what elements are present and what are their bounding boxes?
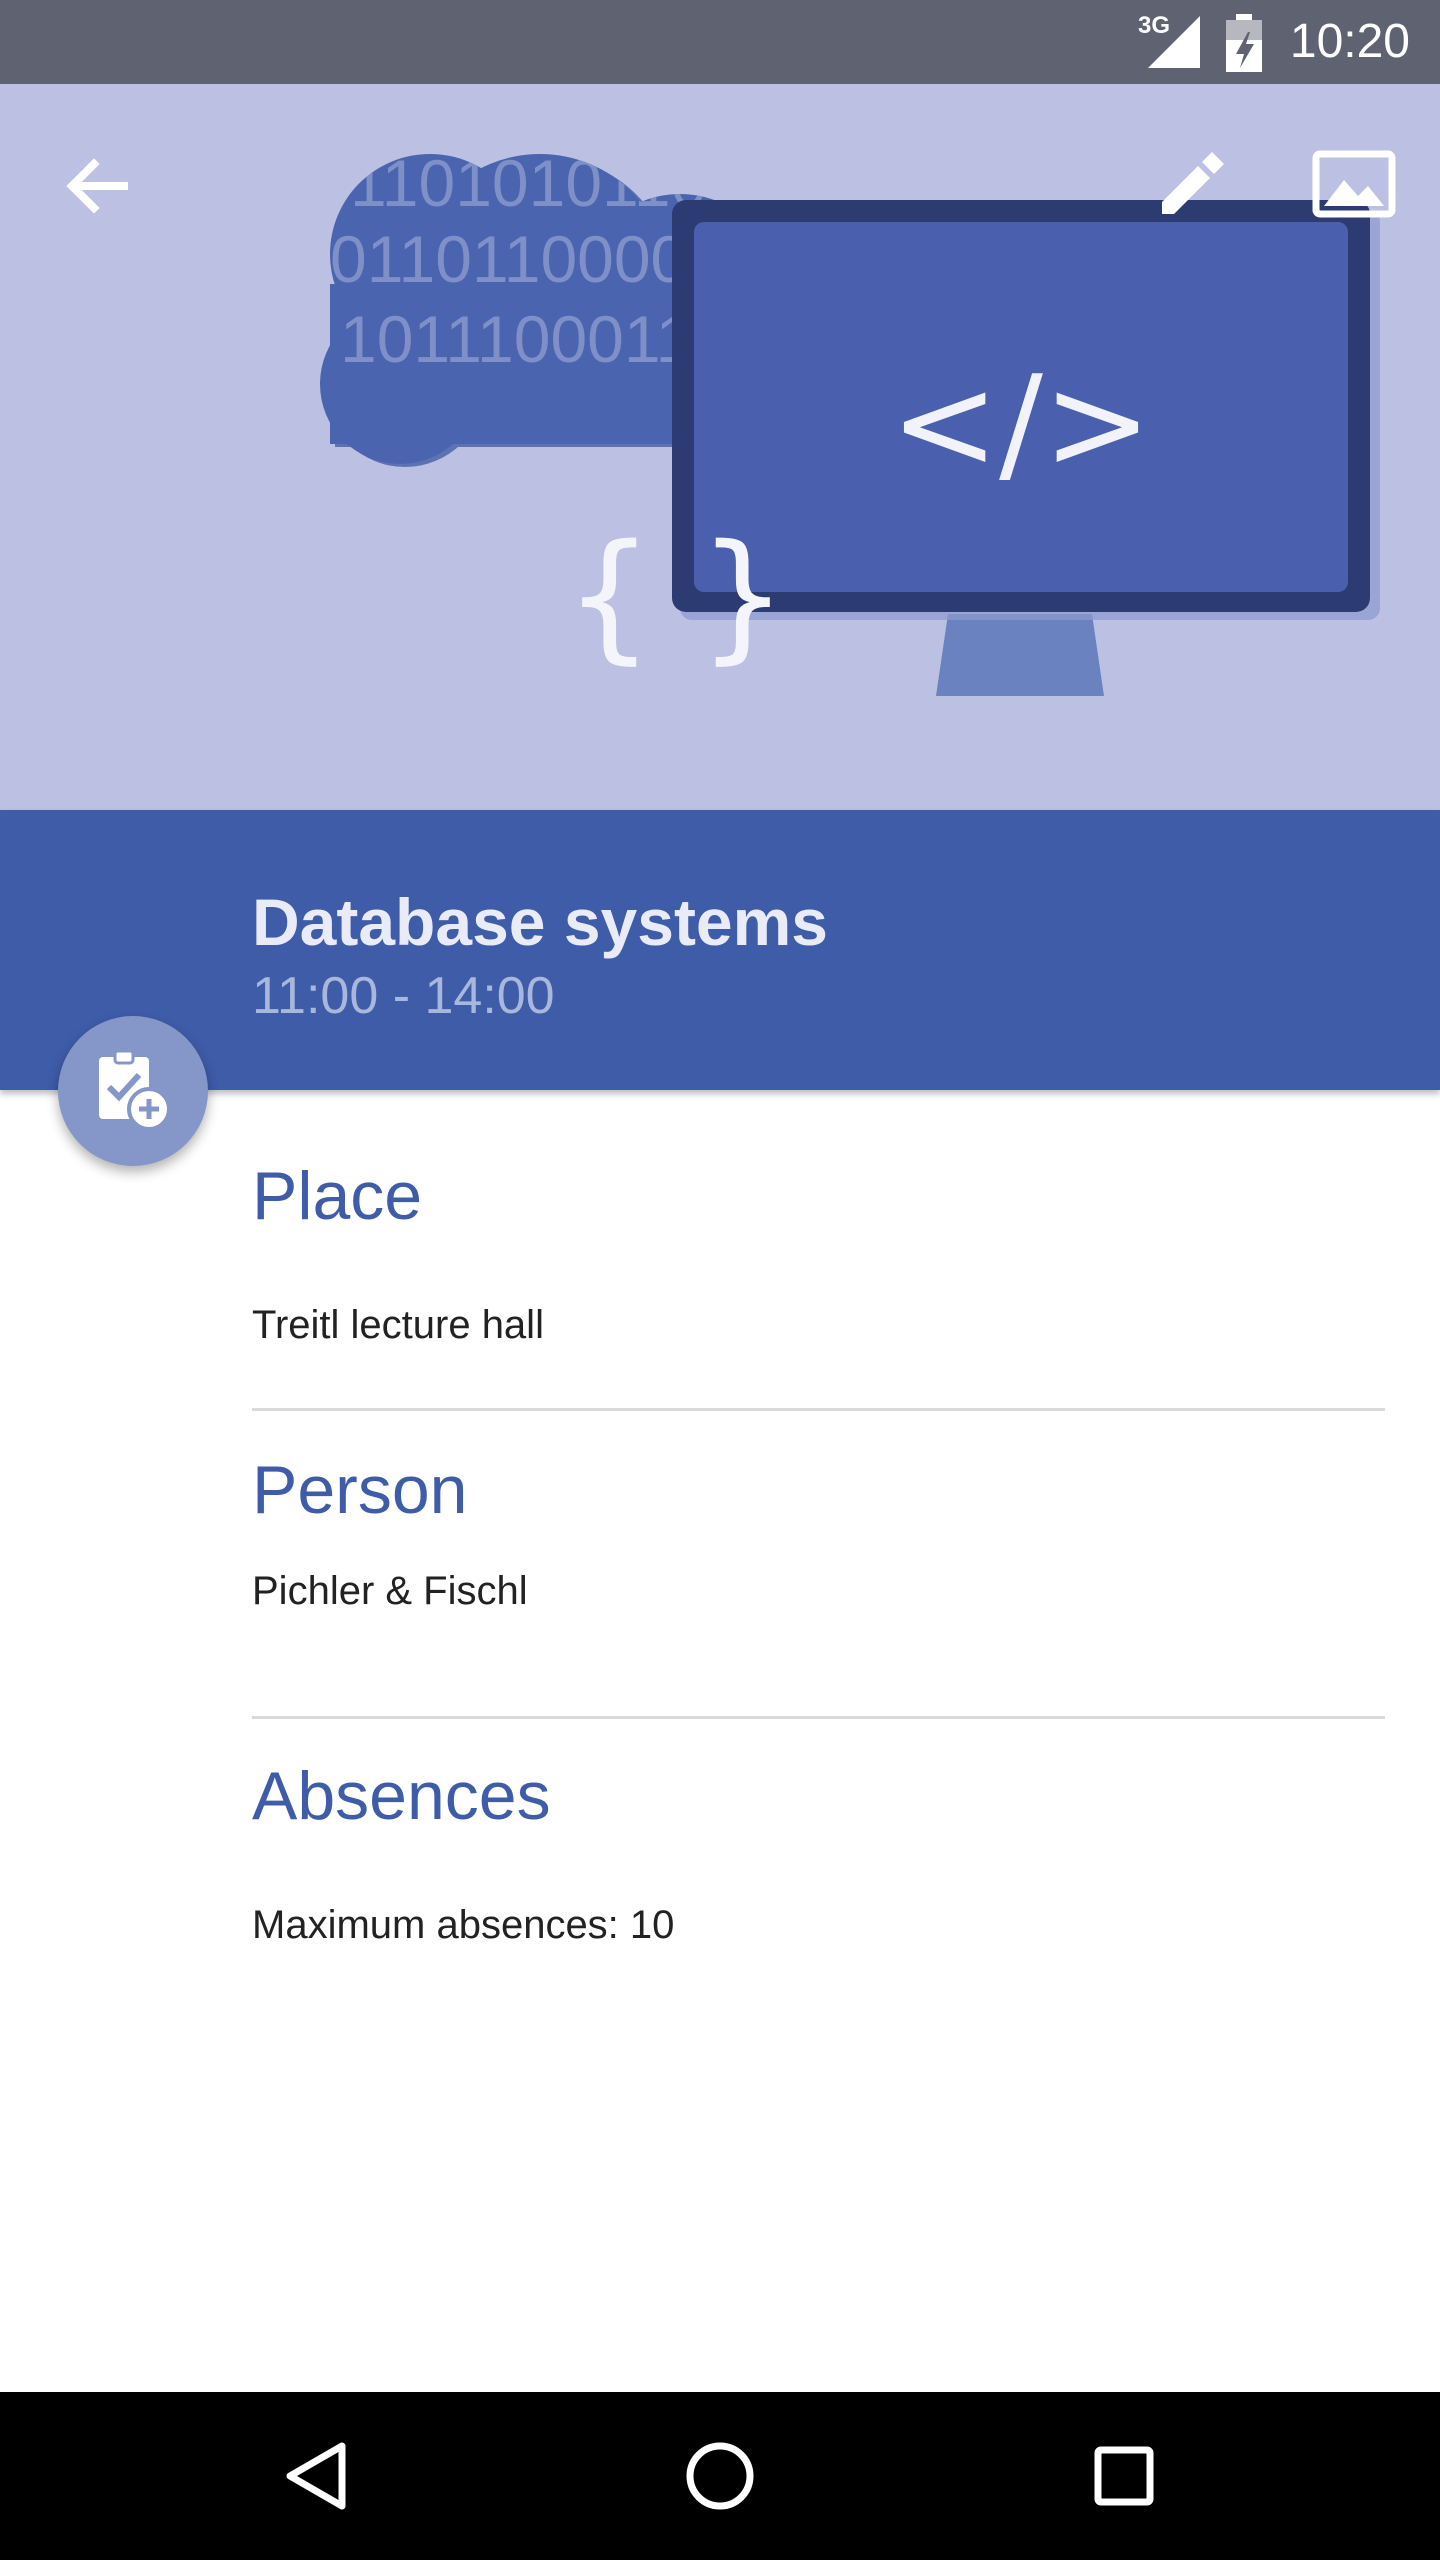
absences-heading: Absences: [252, 1758, 551, 1834]
nav-home-button[interactable]: [660, 2416, 780, 2536]
home-circle-icon: [686, 2442, 754, 2510]
system-nav-bar: [0, 2392, 1440, 2560]
nav-recents-button[interactable]: [1064, 2416, 1184, 2536]
binary-line-4: 1011100011: [340, 302, 692, 376]
binary-line-2: 1101010110: [350, 146, 707, 220]
status-bar: 3G 10:20: [0, 0, 1440, 84]
person-value: Pichler & Fischl: [252, 1569, 528, 1613]
clipboard-check-add-icon: [99, 1049, 171, 1131]
braces-glyph: { }: [565, 515, 788, 678]
change-image-button[interactable]: [1306, 136, 1402, 232]
divider: [252, 1716, 1385, 1719]
binary-line-1: 011000: [420, 84, 635, 140]
image-icon: [1312, 150, 1396, 218]
place-heading: Place: [252, 1158, 423, 1234]
status-time: 10:20: [1289, 15, 1410, 68]
monitor-stand: [936, 614, 1104, 696]
recents-square-icon: [1094, 2446, 1154, 2506]
binary-line-3: 0110110000: [330, 222, 687, 296]
place-value: Treitl lecture hall: [252, 1303, 544, 1347]
back-button[interactable]: [50, 138, 146, 234]
edit-button[interactable]: [1140, 136, 1236, 232]
add-absence-fab[interactable]: [58, 1016, 208, 1166]
divider: [252, 1408, 1385, 1411]
absences-value: Maximum absences: 10: [252, 1903, 675, 1947]
code-glyph: </>: [890, 347, 1152, 499]
pencil-icon: [1162, 152, 1224, 214]
battery-icon: [1226, 14, 1262, 72]
course-title: Database systems: [252, 885, 829, 959]
course-title-band: Database systems 11:00 - 14:00: [0, 810, 1440, 1090]
back-triangle-icon: [286, 2442, 346, 2510]
nav-back-button[interactable]: [256, 2416, 376, 2536]
arrow-back-icon: [66, 158, 128, 214]
person-heading: Person: [252, 1452, 468, 1528]
signal-icon: [1148, 16, 1200, 68]
course-time: 11:00 - 14:00: [252, 967, 555, 1025]
